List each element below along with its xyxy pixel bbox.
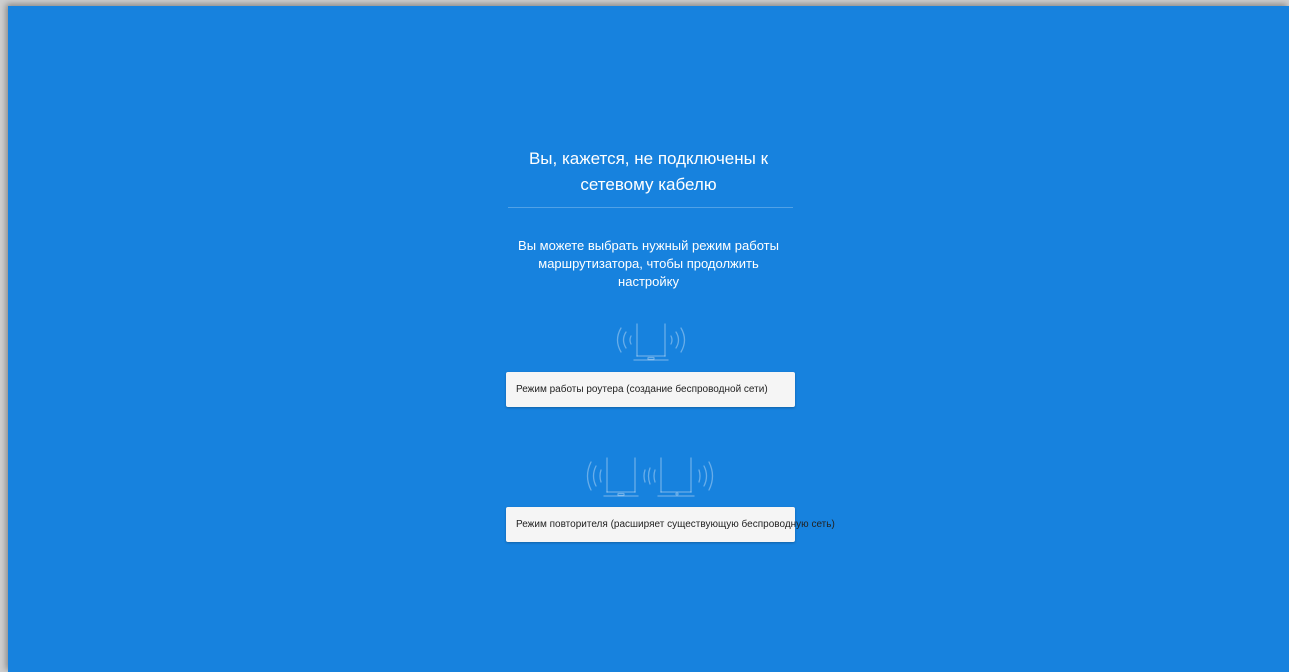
page-subtitle-line-1: Вы можете выбрать нужный режим работы (518, 238, 779, 253)
setup-page: Вы, кажется, не подключены к сетевому ка… (8, 6, 1289, 672)
page-subtitle-line-2: маршрутизатора, чтобы продолжить (538, 256, 759, 271)
page-subtitle: Вы можете выбрать нужный режим работы ма… (8, 237, 1289, 291)
page-title-line-2: сетевому кабелю (580, 175, 717, 194)
repeater-mode-button[interactable]: Режим повторителя (расширяет существующу… (506, 507, 835, 542)
repeater-wifi-icon (586, 457, 714, 497)
divider (508, 207, 793, 208)
router-wifi-icon (616, 323, 686, 361)
router-mode-label: Режим работы роутера (создание беспровод… (516, 384, 768, 395)
page-subtitle-line-3: настройку (618, 274, 679, 289)
router-mode-button[interactable]: Режим работы роутера (создание беспровод… (506, 372, 795, 407)
repeater-mode-label: Режим повторителя (расширяет существующу… (516, 519, 835, 530)
page-title: Вы, кажется, не подключены к сетевому ка… (8, 146, 1289, 198)
page-title-line-1: Вы, кажется, не подключены к (528, 149, 769, 168)
